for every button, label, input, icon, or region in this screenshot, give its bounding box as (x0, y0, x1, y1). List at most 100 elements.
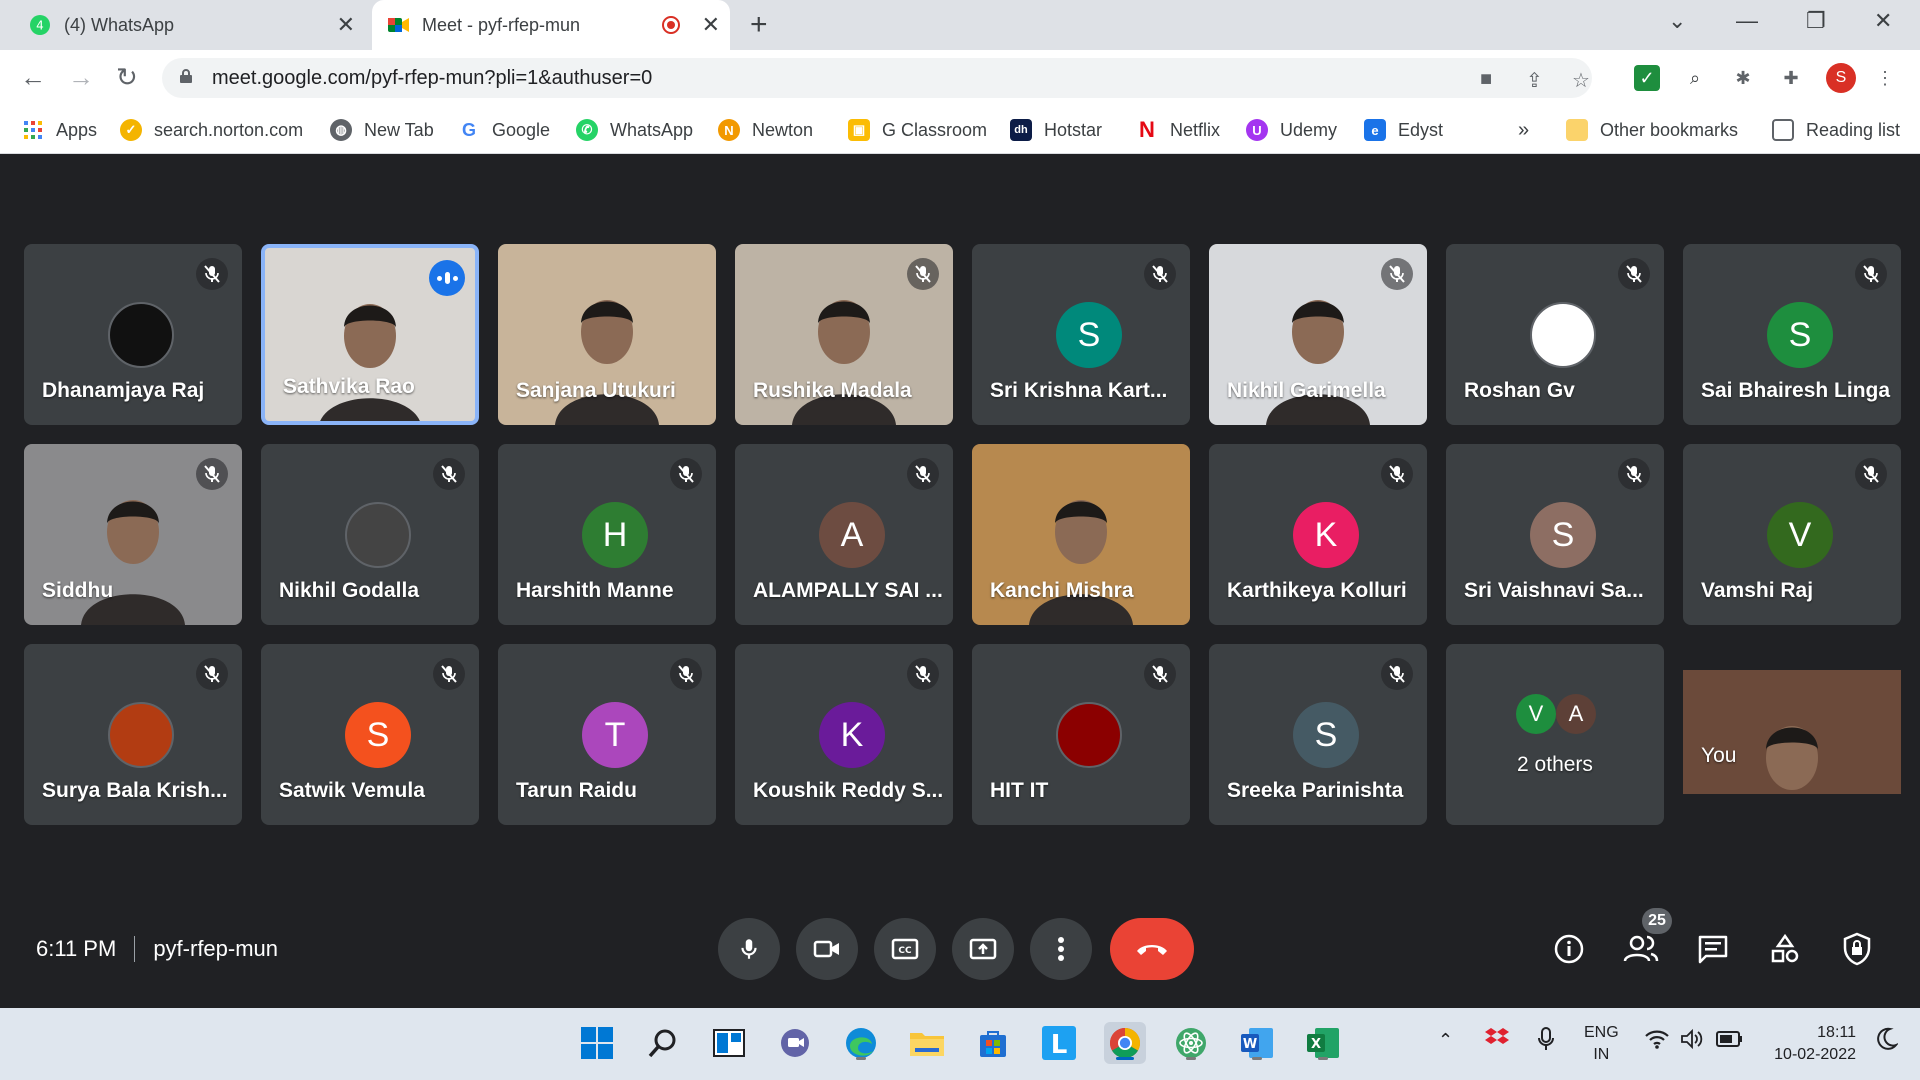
dropbox-icon[interactable] (1484, 1026, 1510, 1055)
reload-button[interactable]: ↻ (116, 62, 138, 92)
participant-tile[interactable]: Nikhil Garimella (1209, 244, 1427, 425)
bookmark-new-tab[interactable]: ◍ New Tab (330, 119, 434, 141)
share-icon[interactable]: ⇪ (1526, 68, 1543, 93)
tray-microphone-icon[interactable] (1536, 1026, 1556, 1057)
participant-tile[interactable]: Sanjana Utukuri (498, 244, 716, 425)
participant-tile[interactable]: Kanchi Mishra (972, 444, 1190, 625)
participant-tile[interactable]: T Tarun Raidu (498, 644, 716, 825)
bookmark-star-icon[interactable]: ☆ (1572, 68, 1590, 93)
activities-button[interactable] (1766, 930, 1804, 968)
battery-charging-icon[interactable] (1716, 1030, 1744, 1053)
checkmark-extension-icon[interactable]: ✓ (1634, 65, 1660, 91)
bookmark-classroom[interactable]: ▣ G Classroom (848, 119, 987, 141)
chrome-icon (1109, 1028, 1141, 1059)
participant-tile[interactable]: K Karthikeya Kolluri (1209, 444, 1427, 625)
input-language[interactable]: ENG IN (1584, 1022, 1619, 1066)
participant-tile[interactable]: S Sreeka Parinishta (1209, 644, 1427, 825)
tab-search-chevron-icon[interactable]: ⌄ (1668, 8, 1686, 34)
taskbar-chrome[interactable] (1104, 1022, 1146, 1064)
search-extension-icon[interactable]: ⌕ (1682, 65, 1708, 91)
taskbar-excel[interactable]: X (1302, 1022, 1344, 1064)
bookmark-hotstar[interactable]: dh Hotstar (1010, 119, 1102, 141)
participant-tile[interactable]: V Vamshi Raj (1683, 444, 1901, 625)
forward-button[interactable]: → (68, 62, 94, 92)
participant-tile[interactable]: Sathvika Rao (261, 244, 479, 425)
bookmark-netflix[interactable]: N Netflix (1136, 117, 1220, 142)
extensions-puzzle-icon[interactable]: ✚ (1778, 65, 1804, 91)
taskbar-l-app[interactable]: L (1038, 1022, 1080, 1064)
participant-tile[interactable]: H Harshith Manne (498, 444, 716, 625)
bookmark-edyst[interactable]: e Edyst (1364, 119, 1443, 141)
teams-chat-button[interactable] (774, 1022, 816, 1064)
chat-button[interactable] (1694, 930, 1732, 968)
show-hidden-icons-chevron[interactable]: ⌃ (1438, 1030, 1453, 1051)
participants-button[interactable] (1622, 930, 1660, 968)
bookmark-google[interactable]: G Google (458, 119, 550, 141)
svg-text:CC: CC (898, 946, 912, 956)
meeting-details-button[interactable] (1550, 930, 1588, 968)
camera-button[interactable] (796, 918, 858, 980)
present-screen-button[interactable] (952, 918, 1014, 980)
back-button[interactable]: ← (20, 62, 46, 92)
close-tab-icon[interactable]: ✕ (337, 14, 355, 36)
microphone-button[interactable] (718, 918, 780, 980)
close-tab-icon[interactable]: ✕ (702, 14, 720, 36)
do-not-disturb-moon-icon[interactable] (1876, 1026, 1899, 1057)
participant-tile[interactable]: S Sri Vaishnavi Sa... (1446, 444, 1664, 625)
participant-tile[interactable]: Rushika Madala (735, 244, 953, 425)
other-bookmarks[interactable]: Other bookmarks (1566, 119, 1738, 141)
reading-list-icon (1772, 119, 1794, 141)
leave-call-button[interactable] (1110, 918, 1194, 980)
participant-tile[interactable]: Dhanamjaya Raj (24, 244, 242, 425)
participant-name: Siddhu (42, 579, 114, 602)
atom-icon (1176, 1028, 1206, 1058)
wifi-icon[interactable] (1644, 1028, 1670, 1055)
more-options-button[interactable] (1030, 918, 1092, 980)
bug-extension-icon[interactable]: ✱ (1730, 65, 1756, 91)
host-controls-button[interactable] (1838, 930, 1876, 968)
mic-off-icon (907, 458, 939, 490)
bookmark-apps[interactable]: Apps (22, 119, 97, 141)
participant-tile[interactable]: A ALAMPALLY SAI ... (735, 444, 953, 625)
self-video-tile[interactable]: You (1683, 670, 1901, 794)
restore-button[interactable]: ❐ (1806, 8, 1826, 34)
participant-tile[interactable]: S Satwik Vemula (261, 644, 479, 825)
participant-tile[interactable]: Siddhu (24, 444, 242, 625)
taskbar-atom[interactable] (1170, 1022, 1212, 1064)
tab-whatsapp[interactable]: 4 (4) WhatsApp ✕ (30, 0, 365, 50)
captions-button[interactable]: CC (874, 918, 936, 980)
profile-avatar[interactable]: S (1826, 63, 1856, 93)
participant-tile[interactable]: HIT IT (972, 644, 1190, 825)
close-window-button[interactable]: ✕ (1874, 8, 1892, 34)
start-menu-button[interactable] (576, 1022, 618, 1064)
more-bookmarks-chevron[interactable]: » (1518, 119, 1529, 142)
taskbar-store[interactable] (972, 1022, 1014, 1064)
others-tile[interactable]: VA 2 others (1446, 644, 1664, 825)
participant-tile[interactable]: S Sri Krishna Kart... (972, 244, 1190, 425)
participant-tile[interactable]: K Koushik Reddy S... (735, 644, 953, 825)
volume-icon[interactable] (1680, 1028, 1704, 1055)
tab-meet[interactable]: Meet - pyf-rfep-mun ✕ (372, 0, 730, 50)
bookmark-newton[interactable]: N Newton (718, 119, 813, 141)
taskbar-edge[interactable] (840, 1022, 882, 1064)
mic-off-icon (1381, 458, 1413, 490)
new-tab-button[interactable]: + (750, 10, 768, 40)
bookmark-norton[interactable]: ✓ search.norton.com (120, 119, 303, 141)
system-clock[interactable]: 18:11 10-02-2022 (1774, 1022, 1856, 1066)
participant-tile[interactable]: Roshan Gv (1446, 244, 1664, 425)
taskbar-word[interactable]: W (1236, 1022, 1278, 1064)
participant-tile[interactable]: Surya Bala Krish... (24, 644, 242, 825)
participant-tile[interactable]: S Sai Bhairesh Linga (1683, 244, 1901, 425)
task-view-button[interactable] (708, 1022, 750, 1064)
bookmark-whatsapp[interactable]: ✆ WhatsApp (576, 119, 693, 141)
taskbar-search-button[interactable] (642, 1022, 684, 1064)
reading-list[interactable]: Reading list (1772, 119, 1900, 141)
minimize-button[interactable]: — (1736, 8, 1758, 34)
kebab-menu-icon[interactable]: ⋮ (1872, 65, 1898, 91)
camera-in-use-icon[interactable]: ■ (1480, 68, 1492, 91)
bookmark-udemy[interactable]: U Udemy (1246, 119, 1337, 141)
participant-tile[interactable]: Nikhil Godalla (261, 444, 479, 625)
address-bar[interactable]: meet.google.com/pyf-rfep-mun?pli=1&authu… (162, 58, 1592, 98)
excel-icon: X (1307, 1028, 1339, 1058)
taskbar-file-explorer[interactable] (906, 1022, 948, 1064)
